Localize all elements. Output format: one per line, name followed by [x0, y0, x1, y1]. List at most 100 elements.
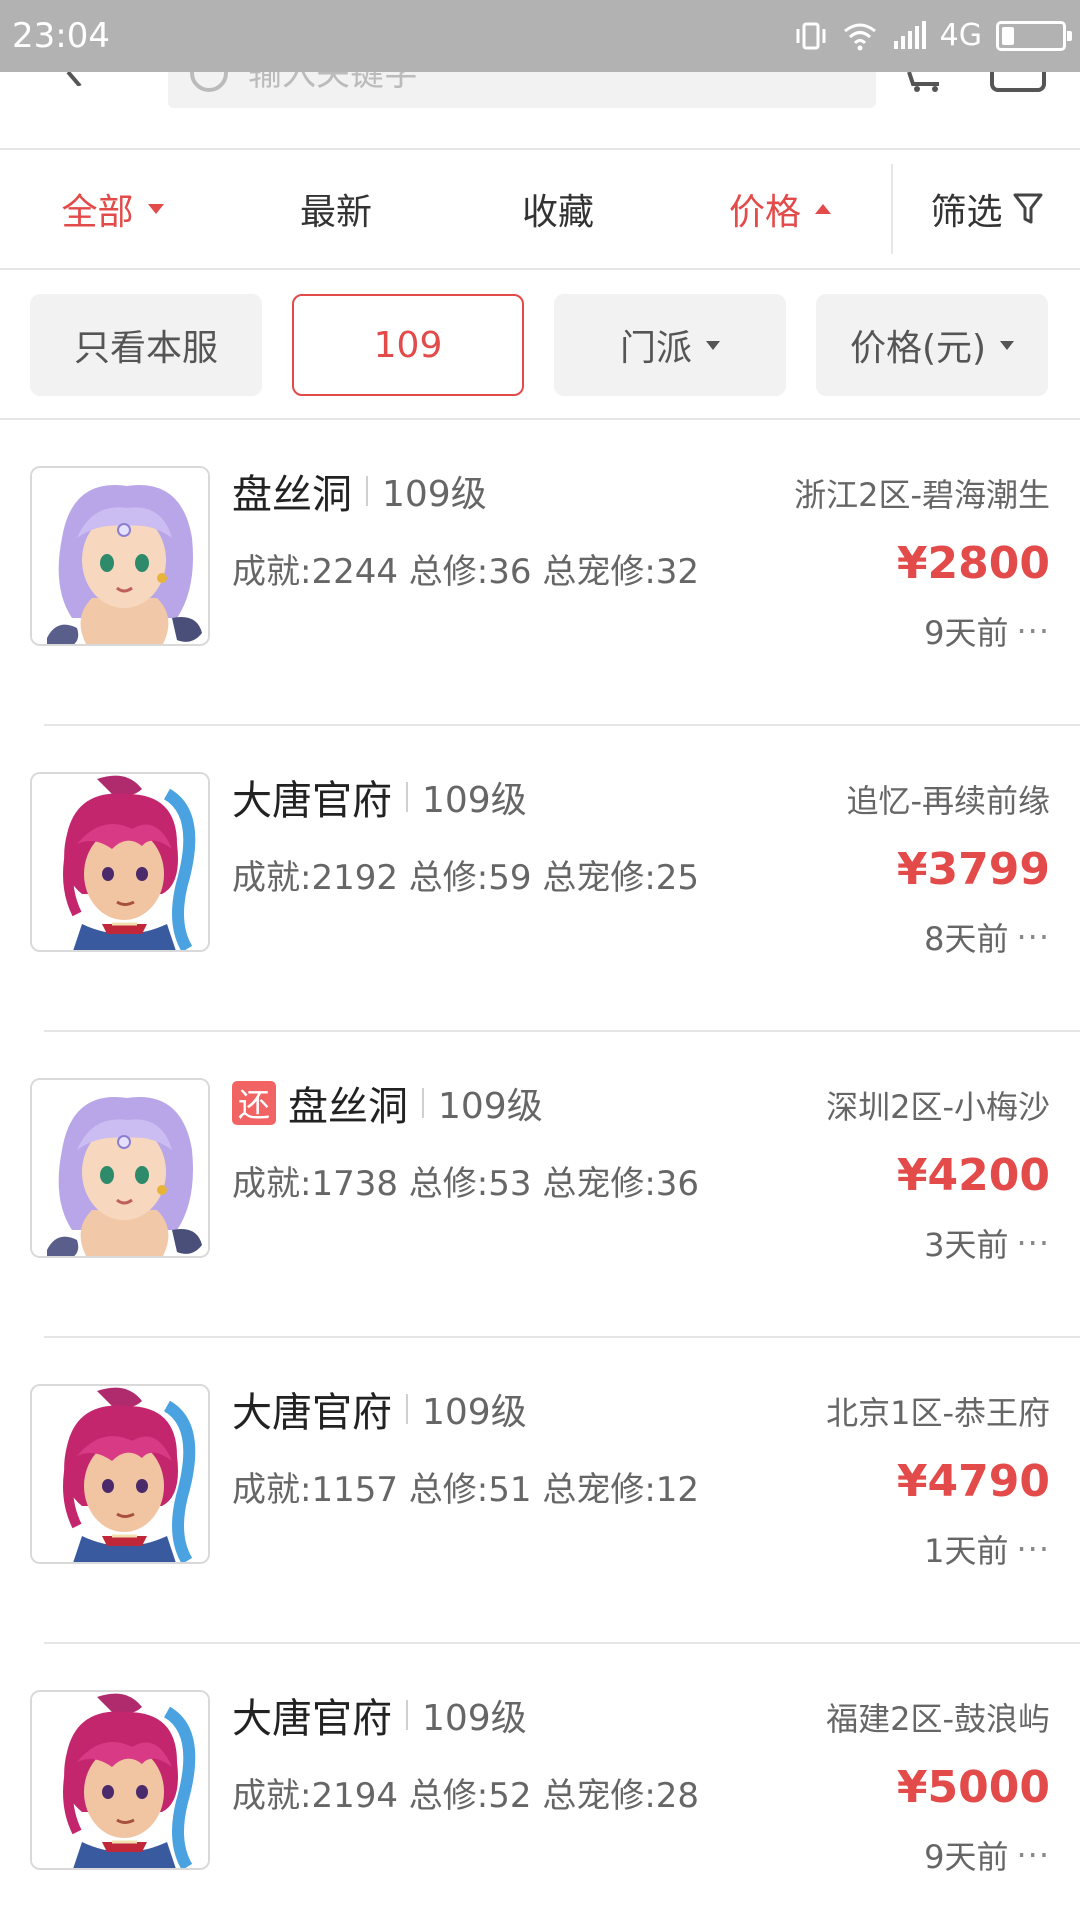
signal-icon: [893, 21, 926, 49]
status-icons: 4G: [794, 18, 1072, 54]
search-header: 输入关键字: [0, 72, 1080, 148]
time-line: 9天前 ···: [924, 608, 1050, 654]
character-sect: 盘丝洞: [288, 1084, 408, 1130]
search-input[interactable]: 输入关键字: [168, 72, 876, 108]
status-bar: 23:04 4G: [0, 0, 1080, 72]
time-line: 3天前 ···: [924, 1220, 1050, 1266]
character-sect: 盘丝洞: [232, 472, 352, 518]
character-level: 109级: [422, 1698, 527, 1739]
time-line: 8天前 ···: [924, 914, 1050, 960]
server-name: 福建2区-鼓浪屿: [826, 1700, 1050, 1738]
separator: [406, 782, 408, 812]
listed-time: 1天前: [924, 1532, 1009, 1570]
chip-label: 门派: [619, 328, 692, 369]
listed-time: 9天前: [924, 1838, 1009, 1876]
character-sect: 大唐官府: [232, 1696, 392, 1742]
chip-label: 109: [373, 324, 443, 366]
listing-row[interactable]: 大唐官府 109级 福建2区-鼓浪屿成就:2194 总修:52 总宠修:28 ¥500…: [0, 1644, 1080, 1920]
separator: [406, 1700, 408, 1730]
return-badge: 还: [232, 1081, 276, 1125]
message-icon[interactable]: [990, 72, 1046, 92]
name-line: 大唐官府 109级: [232, 1690, 527, 1742]
character-sect: 大唐官府: [232, 778, 392, 824]
separator: [366, 476, 368, 506]
caret-down-icon: [1000, 340, 1015, 350]
tab-all[interactable]: 全部: [0, 150, 225, 268]
tab-label: 最新: [299, 192, 372, 233]
caret-up-icon: [815, 204, 831, 214]
chip-label: 价格(元): [849, 328, 987, 369]
listed-time: 9天前: [924, 614, 1009, 652]
chip-sect[interactable]: 门派: [554, 294, 786, 396]
caret-down-icon: [706, 340, 720, 350]
back-arrow-icon[interactable]: [60, 72, 100, 86]
filter-label: 筛选: [930, 192, 1003, 233]
tab-newest[interactable]: 最新: [225, 150, 447, 268]
wifi-icon: [843, 23, 876, 51]
listing-row[interactable]: 还盘丝洞 109级 深圳2区-小梅沙成就:1738 总修:53 总宠修:36 ¥420…: [0, 1032, 1080, 1338]
server-name: 浙江2区-碧海潮生: [794, 476, 1050, 514]
character-stats: 成就:2192 总修:59 总宠修:25: [232, 858, 700, 898]
price: ¥4200: [896, 1150, 1050, 1201]
funnel-icon: [1013, 193, 1042, 224]
price: ¥5000: [896, 1762, 1050, 1813]
price: ¥4790: [896, 1456, 1050, 1507]
divider: [0, 268, 1080, 270]
cart-icon[interactable]: [905, 72, 945, 92]
chip-this-server[interactable]: 只看本服: [30, 294, 262, 396]
character-level: 109级: [438, 1086, 543, 1127]
tab-label: 价格: [728, 192, 801, 233]
chip-level[interactable]: 109: [292, 294, 524, 396]
character-level: 109级: [422, 780, 527, 821]
server-name: 北京1区-恭王府: [826, 1394, 1050, 1432]
name-line: 还盘丝洞 109级: [232, 1078, 543, 1130]
search-icon: [190, 72, 228, 92]
price: ¥3799: [896, 844, 1050, 895]
listing-row[interactable]: 大唐官府 109级 北京1区-恭王府 成就:1157 总修:51 总宠修:12 ¥479…: [0, 1338, 1080, 1644]
separator: [422, 1088, 424, 1118]
time-line: 1天前 ···: [924, 1526, 1050, 1572]
vibrate-icon: [796, 22, 826, 50]
more-options-icon[interactable]: ···: [1016, 1224, 1050, 1262]
datang-male-avatar: [30, 1690, 210, 1870]
spider-cave-female-avatar: [30, 1078, 210, 1258]
datang-male-avatar: [30, 772, 210, 952]
status-time: 23:04: [12, 16, 110, 56]
battery-level: [1002, 27, 1014, 45]
name-line: 盘丝洞 109级: [232, 466, 487, 518]
chip-price-range[interactable]: 价格(元): [816, 294, 1048, 396]
listed-time: 8天前: [924, 920, 1009, 958]
name-line: 大唐官府 109级: [232, 1384, 527, 1436]
caret-down-icon: [147, 204, 164, 214]
listing-row[interactable]: 大唐官府 109级 追忆-再续前缘成就:2192 总修:59 总宠修:25 ¥3799…: [0, 726, 1080, 1032]
price: ¥2800: [896, 538, 1050, 589]
datang-male-avatar: [30, 1384, 210, 1564]
name-line: 大唐官府 109级: [232, 772, 527, 824]
character-level: 109级: [382, 474, 487, 515]
character-stats: 成就:2194 总修:52 总宠修:28: [232, 1776, 700, 1816]
network-type: 4G: [939, 18, 982, 53]
character-sect: 大唐官府: [232, 1390, 392, 1436]
battery-icon: [996, 21, 1072, 51]
tab-label: 全部: [61, 192, 134, 233]
tab-label: 收藏: [521, 192, 594, 233]
listing-row[interactable]: 盘丝洞 109级 浙江2区-碧海潮生成就:2244 总修:36 总宠修:32 ¥280…: [0, 420, 1080, 726]
character-stats: 成就:1738 总修:53 总宠修:36: [232, 1164, 700, 1204]
character-level: 109级: [422, 1392, 527, 1433]
tab-price[interactable]: 价格: [669, 150, 891, 268]
separator: [406, 1394, 408, 1424]
time-line: 9天前 ···: [924, 1832, 1050, 1878]
spider-cave-female-avatar: [30, 466, 210, 646]
more-options-icon[interactable]: ···: [1016, 1836, 1050, 1874]
filter-button[interactable]: 筛选: [893, 150, 1080, 268]
more-options-icon[interactable]: ···: [1016, 612, 1050, 650]
server-name: 追忆-再续前缘: [846, 782, 1050, 820]
more-options-icon[interactable]: ···: [1016, 918, 1050, 956]
character-stats: 成就:2244 总修:36 总宠修:32: [232, 552, 700, 592]
search-placeholder: 输入关键字: [248, 72, 418, 94]
tab-favorites[interactable]: 收藏: [447, 150, 669, 268]
chip-label: 只看本服: [73, 328, 218, 369]
listed-time: 3天前: [924, 1226, 1009, 1264]
server-name: 深圳2区-小梅沙: [826, 1088, 1050, 1126]
more-options-icon[interactable]: ···: [1016, 1530, 1050, 1568]
